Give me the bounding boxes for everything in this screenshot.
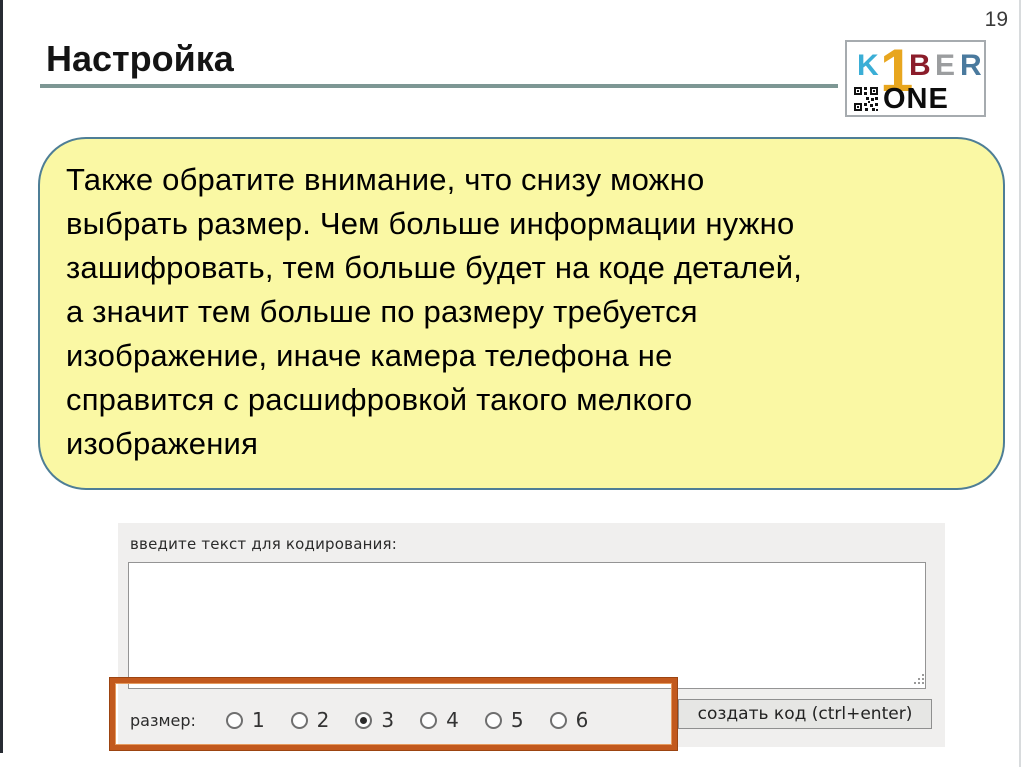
size-radio-label-3: 3 [381, 708, 395, 732]
note-callout-text: Также обратите внимание, что снизу можно… [66, 162, 803, 461]
size-radio-5[interactable] [484, 711, 502, 729]
size-option-1: 1 [225, 708, 265, 732]
create-code-button[interactable]: создать код (ctrl+enter) [678, 699, 932, 729]
logo-letter-K: K [857, 49, 879, 82]
encode-text-label: введите текст для кодирования: [130, 535, 398, 553]
kiberone-logo: K1BER ONE [845, 40, 986, 117]
size-radio-list: 1 2 3 4 5 6 [225, 708, 614, 732]
size-option-6: 6 [549, 708, 589, 732]
encode-text-input[interactable] [128, 562, 926, 689]
note-callout: Также обратите внимание, что снизу можно… [38, 137, 1005, 490]
title-underline [40, 84, 838, 88]
size-radio-6[interactable] [549, 711, 567, 729]
size-option-3: 3 [355, 708, 394, 732]
size-radio-4[interactable] [420, 711, 438, 729]
size-radio-2[interactable] [290, 711, 308, 729]
size-radio-3[interactable] [355, 711, 373, 729]
slide-left-border [0, 0, 3, 753]
size-label: размер: [130, 710, 196, 730]
slide: 19 Настройка K1BER ONE Также обратите вн… [0, 0, 1024, 767]
size-radio-1[interactable] [225, 711, 243, 729]
size-option-5: 5 [484, 708, 524, 732]
size-option-2: 2 [290, 708, 330, 732]
size-radio-label-2: 2 [316, 708, 330, 732]
slide-right-border [1019, 0, 1021, 767]
size-radio-label-5: 5 [510, 708, 524, 732]
qr-code-icon [854, 87, 878, 111]
logo-letter-B: B [909, 49, 931, 82]
size-radio-label-1: 1 [251, 708, 265, 732]
logo-letter-R: R [960, 49, 982, 82]
radio-selected-dot [360, 716, 368, 724]
page-number: 19 [984, 8, 1008, 31]
resize-grip-icon[interactable] [912, 673, 925, 686]
logo-one-text: ONE [883, 83, 949, 115]
size-radio-label-4: 4 [446, 708, 459, 732]
size-radio-label-6: 6 [575, 708, 589, 732]
page-title: Настройка [46, 38, 234, 79]
size-options: размер: 1 2 3 4 5 6 [130, 708, 614, 732]
size-option-4: 4 [420, 708, 459, 732]
create-code-button-label: создать код (ctrl+enter) [697, 704, 913, 724]
logo-letter-E: E [935, 49, 956, 82]
